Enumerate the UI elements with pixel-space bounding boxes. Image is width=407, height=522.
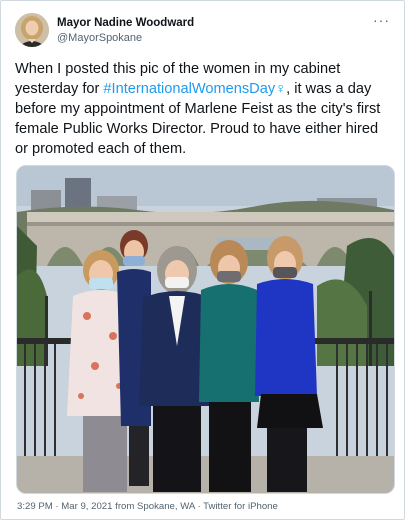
author-name[interactable]: Mayor Nadine Woodward: [57, 16, 194, 30]
tweet-text: When I posted this pic of the women in m…: [15, 59, 395, 159]
tweet-client[interactable]: Twitter for iPhone: [203, 501, 278, 512]
tweet-time[interactable]: 3:29 PM: [17, 501, 53, 512]
tweet-photo[interactable]: [16, 165, 395, 494]
tweet-card: Mayor Nadine Woodward @MayorSpokane ··· …: [0, 0, 405, 520]
avatar[interactable]: [15, 13, 49, 47]
tweet-location[interactable]: from Spokane, WA: [115, 501, 195, 512]
hashtag-link[interactable]: #InternationalWomensDay: [103, 81, 275, 97]
meta-separator: ·: [55, 501, 59, 512]
tweet-date[interactable]: Mar 9, 2021: [61, 501, 112, 512]
meta-separator: ·: [197, 501, 201, 512]
author-block: Mayor Nadine Woodward @MayorSpokane: [57, 16, 194, 45]
female-sign-icon: ♀: [275, 81, 287, 97]
author-handle[interactable]: @MayorSpokane: [57, 31, 194, 45]
more-horizontal-icon[interactable]: ···: [373, 13, 390, 27]
tweet-header: Mayor Nadine Woodward @MayorSpokane ···: [15, 13, 392, 47]
tweet-meta: 3:29 PM · Mar 9, 2021 from Spokane, WA ·…: [17, 501, 278, 512]
